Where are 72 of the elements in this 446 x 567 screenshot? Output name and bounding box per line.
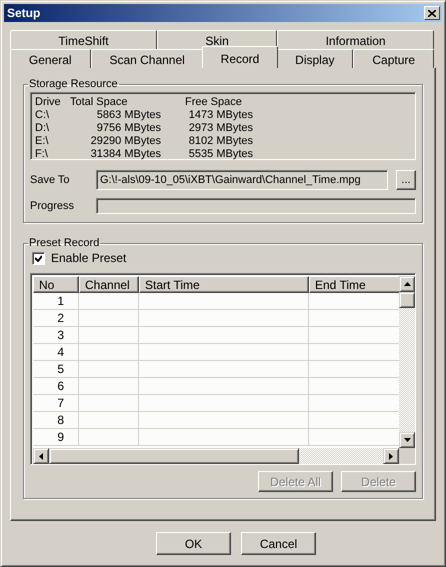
checkbox[interactable] (32, 252, 45, 264)
tab[interactable]: Skin (157, 30, 278, 49)
down-arrow-icon (404, 438, 410, 442)
table-cell: 9 (33, 429, 79, 446)
browse-button[interactable]: ... (396, 170, 416, 190)
up-arrow-icon (404, 282, 410, 286)
column-header: Drive (35, 96, 62, 109)
list-cell-text: 2973 MBytes (188, 122, 254, 135)
tab[interactable]: Record (202, 46, 278, 68)
list-cell-text: F:\ (35, 148, 49, 161)
tab[interactable]: Display (276, 49, 354, 68)
table-cell (79, 327, 139, 344)
table-cell: 3 (33, 327, 79, 344)
list-cell-text: D:\ (35, 122, 50, 135)
list-cell-text: 31384 MBytes (90, 148, 162, 161)
list-cell-text: 5535 MBytes (188, 148, 254, 161)
scroll-right-button[interactable] (383, 448, 399, 464)
right-arrow-icon (389, 452, 393, 460)
column-header: Total Space (70, 96, 128, 109)
list-cell-text: 9756 MBytes (96, 122, 162, 135)
table-cell (79, 378, 139, 395)
table-cell (79, 412, 139, 429)
table-cell (79, 344, 139, 361)
field-label: Save To (30, 174, 71, 186)
column-header: Free Space (185, 96, 243, 109)
vertical-scrollbar[interactable] (399, 276, 415, 448)
scroll-thumb[interactable] (399, 292, 415, 308)
field-label: Progress (30, 200, 76, 212)
list-cell-text: C:\ (35, 109, 50, 122)
save-path-field[interactable]: G:\!-als\09-10_05\iXBT\Gainward\Channel_Time.mpg (96, 170, 388, 190)
column-header[interactable]: Start Time (139, 276, 309, 293)
table-cell: 2 (33, 310, 79, 327)
scrollbar-corner (399, 448, 415, 464)
ok-button[interactable]: OK (156, 532, 231, 555)
group-title: Preset Record (28, 237, 100, 249)
left-arrow-icon (39, 452, 43, 460)
checkbox-label: Enable Preset (51, 251, 126, 265)
list-cell-text: 29290 MBytes (90, 135, 162, 148)
tab[interactable]: Scan Channel (90, 49, 204, 68)
scroll-thumb[interactable] (49, 448, 299, 464)
column-header[interactable]: No (33, 276, 79, 293)
tab[interactable]: Capture (353, 49, 434, 68)
close-button[interactable] (424, 6, 440, 20)
column-header[interactable]: End Time (309, 276, 399, 293)
table-cell (79, 395, 139, 412)
table-cell: 7 (33, 395, 79, 412)
column-header[interactable]: Channel (79, 276, 139, 293)
horizontal-scrollbar[interactable] (33, 448, 399, 464)
list-cell-text: 8102 MBytes (188, 135, 254, 148)
table-cell: 1 (33, 293, 79, 310)
cancel-button[interactable]: Cancel (241, 532, 316, 555)
check-icon (35, 254, 42, 262)
table-cell: 8 (33, 412, 79, 429)
table-cell (79, 361, 139, 378)
list-cell-text: E:\ (35, 135, 50, 148)
table-cell (79, 429, 139, 446)
table-cell: 5 (33, 361, 79, 378)
tab[interactable]: General (10, 49, 91, 68)
tab[interactable]: Information (277, 30, 434, 49)
table-cell (79, 310, 139, 327)
scroll-up-button[interactable] (399, 276, 415, 292)
scroll-down-button[interactable] (399, 432, 415, 448)
list-cell-text: 5863 MBytes (96, 109, 162, 122)
table-cell: 6 (33, 378, 79, 395)
table-cell: 4 (33, 344, 79, 361)
scroll-left-button[interactable] (33, 448, 49, 464)
window-title: Setup (7, 6, 40, 20)
table-cell (79, 293, 139, 310)
close-icon (428, 10, 436, 16)
tab[interactable]: TimeShift (10, 30, 158, 49)
list-cell-text: 1473 MBytes (188, 109, 254, 122)
group-title: Storage Resource (28, 78, 119, 90)
